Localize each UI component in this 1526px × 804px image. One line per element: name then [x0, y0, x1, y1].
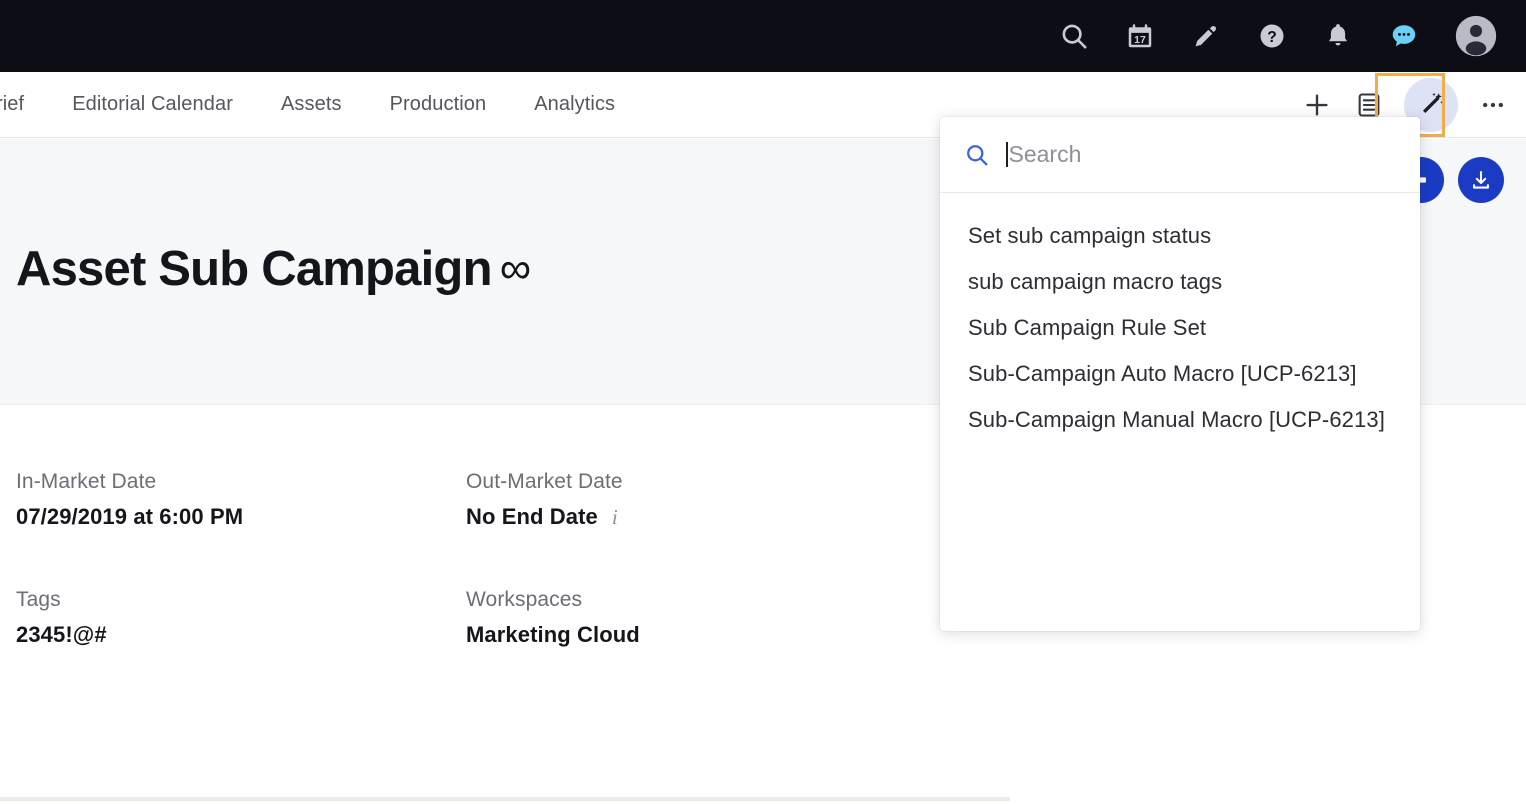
field-workspaces: Workspaces Marketing Cloud [466, 588, 916, 648]
field-out-market-date: Out-Market Date No End Date i [466, 470, 916, 530]
field-value-text: No End Date [466, 504, 598, 529]
search-icon[interactable] [1052, 14, 1096, 58]
bell-icon[interactable] [1316, 14, 1360, 58]
svg-text:17: 17 [1134, 34, 1146, 46]
dropdown-search-row [940, 117, 1420, 193]
calendar-icon[interactable]: 17 [1118, 14, 1162, 58]
page-title-text: Asset Sub Campaign [16, 242, 493, 296]
nav-tab-list: rief Editorial Calendar Assets Productio… [0, 72, 639, 137]
avatar-icon[interactable] [1454, 14, 1498, 58]
chat-icon[interactable] [1382, 14, 1426, 58]
list-item[interactable]: Sub-Campaign Manual Macro [UCP-6213] [940, 397, 1420, 443]
field-label: Tags [16, 588, 61, 611]
list-item[interactable]: sub campaign macro tags [940, 259, 1420, 305]
page-title: Asset Sub Campaign ∞ [16, 241, 531, 297]
field-label: In-Market Date [16, 470, 157, 493]
info-icon[interactable]: i [612, 505, 618, 530]
pencil-icon[interactable] [1184, 14, 1228, 58]
record-field-grid: In-Market Date 07/29/2019 at 6:00 PM Out… [16, 470, 916, 706]
search-input[interactable] [1008, 141, 1400, 168]
topbar-icon-group: 17 ? [1052, 14, 1526, 58]
field-value-text: 2345!@# [16, 622, 107, 647]
field-row: Tags 2345!@# Workspaces Marketing Cloud [16, 588, 916, 648]
more-options-button[interactable] [1470, 82, 1516, 128]
list-item[interactable]: Sub Campaign Rule Set [940, 305, 1420, 351]
app-root: 17 ? ief Editorial Calendar Assets Produ… [0, 0, 1526, 804]
field-row: In-Market Date 07/29/2019 at 6:00 PM Out… [16, 470, 916, 530]
svg-text:?: ? [1267, 29, 1277, 46]
text-caret [1006, 142, 1008, 167]
tab-assets[interactable]: Assets [257, 93, 366, 116]
list-item[interactable]: Sub-Campaign Auto Macro [UCP-6213] [940, 351, 1420, 397]
field-value-text: Marketing Cloud [466, 622, 640, 647]
list-item[interactable]: Set sub campaign status [940, 213, 1420, 259]
global-topbar: 17 ? [0, 0, 1526, 72]
download-button[interactable] [1458, 157, 1504, 203]
tab-brief[interactable]: rief [0, 93, 48, 116]
bottom-divider [0, 797, 1010, 801]
field-value[interactable]: 07/29/2019 at 6:00 PM [16, 504, 466, 530]
infinity-symbol: ∞ [499, 244, 531, 293]
dropdown-search-input-wrap [1006, 141, 1400, 168]
field-value[interactable]: No End Date i [466, 504, 916, 530]
field-value-text: 07/29/2019 at 6:00 PM [16, 504, 244, 529]
field-in-market-date: In-Market Date 07/29/2019 at 6:00 PM [16, 470, 466, 530]
field-label: Out-Market Date [466, 470, 623, 493]
help-icon[interactable]: ? [1250, 14, 1294, 58]
field-value[interactable]: Marketing Cloud [466, 622, 916, 648]
field-value[interactable]: 2345!@# [16, 622, 466, 648]
search-icon [964, 142, 990, 168]
macro-list: Set sub campaign status sub campaign mac… [940, 193, 1420, 443]
macro-dropdown-panel: Set sub campaign status sub campaign mac… [940, 117, 1420, 631]
field-label: Workspaces [466, 588, 583, 611]
field-tags: Tags 2345!@# [16, 588, 466, 648]
tab-analytics[interactable]: Analytics [510, 93, 639, 116]
tab-editorial-calendar[interactable]: Editorial Calendar [48, 93, 257, 116]
tab-production[interactable]: Production [366, 93, 511, 116]
